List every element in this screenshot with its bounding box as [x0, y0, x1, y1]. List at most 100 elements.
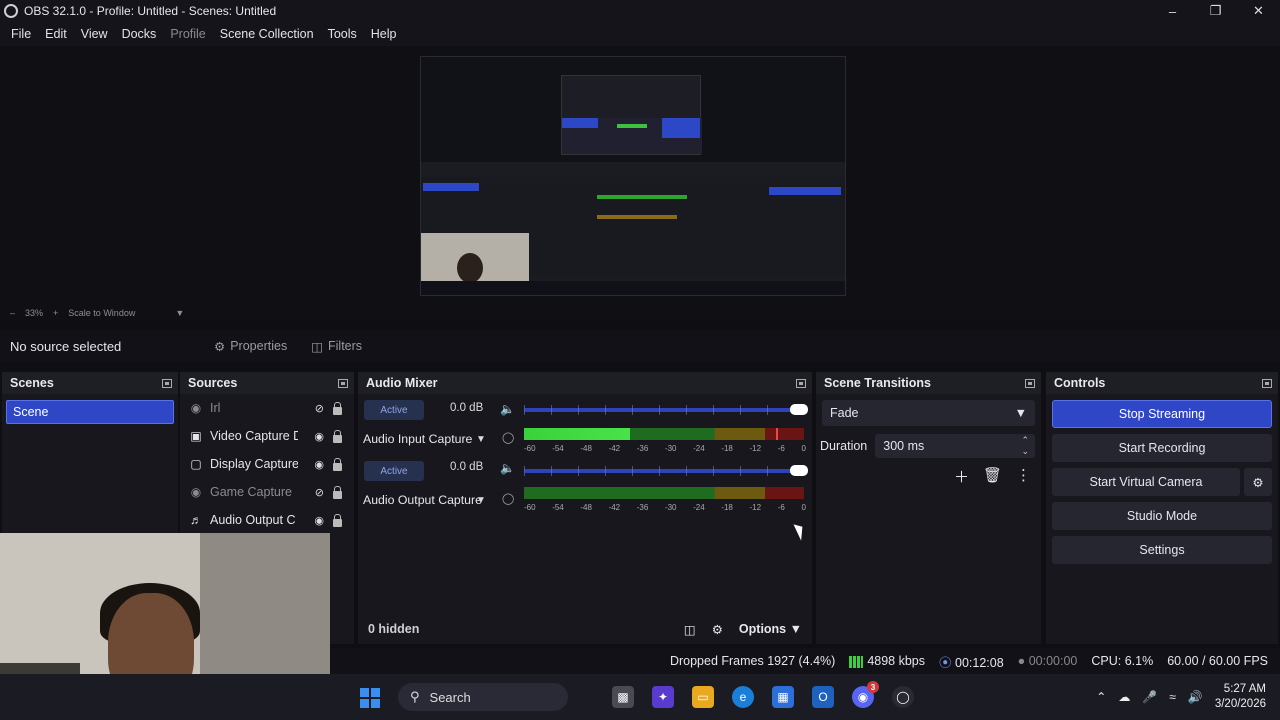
lock-icon[interactable] [333, 402, 342, 415]
headphone-icon[interactable]: ◯ [502, 492, 514, 505]
clock[interactable]: 5:27 AM 3/20/2026 [1215, 682, 1266, 712]
eye-icon[interactable]: ◉ [314, 430, 324, 443]
transition-select[interactable]: Fade ▼ [822, 400, 1035, 426]
volume-icon[interactable]: 🔊 [1188, 690, 1203, 704]
discord-icon[interactable]: ◉ 3 [852, 681, 879, 708]
menu-file[interactable]: File [4, 27, 38, 41]
scale-dropdown-icon[interactable]: ▼ [175, 308, 184, 318]
gear-icon[interactable]: ⚙ [1244, 468, 1272, 496]
source-item-irl[interactable]: ◉ Irl ⊘ [180, 394, 354, 422]
channel-dropdown-icon[interactable]: ▼ [476, 434, 486, 445]
copilot-icon[interactable]: ✦ [652, 686, 674, 708]
start-virtual-camera-button[interactable]: Start Virtual Camera [1052, 468, 1240, 496]
duration-stepper[interactable]: ⌃ ⌄ [1021, 435, 1029, 457]
menu-view[interactable]: View [74, 27, 115, 41]
microphone-icon[interactable]: 🎤 [1142, 690, 1157, 704]
obs-logo-icon [4, 4, 18, 18]
menu-tools[interactable]: Tools [321, 27, 364, 41]
chevron-up-icon[interactable]: ⌃ [1096, 690, 1106, 704]
zoom-in-icon[interactable]: + [53, 308, 58, 318]
scale-mode[interactable]: Scale to Window [68, 308, 135, 318]
lock-icon[interactable] [333, 486, 342, 499]
volume-db: 0.0 dB [450, 461, 484, 473]
mixer-channel: Active 0.0 dB 🔈 Audio Input Capture ▼ ◯ … [358, 394, 812, 455]
menu-profile[interactable]: Profile [163, 27, 212, 41]
trash-icon[interactable]: 🗑 [983, 466, 1002, 487]
obs-taskbar-icon[interactable]: ◯ [892, 686, 914, 708]
headphone-icon[interactable]: ◯ [502, 431, 514, 444]
options-button[interactable]: Options ▼ [739, 622, 802, 636]
studio-mode-button[interactable]: Studio Mode [1052, 502, 1272, 530]
file-explorer-icon[interactable]: ▭ [692, 686, 714, 708]
filters-button[interactable]: ◫ Filters [303, 334, 370, 358]
eye-icon[interactable]: ◉ [314, 458, 324, 471]
wifi-icon[interactable]: ≈ [1169, 690, 1176, 704]
active-toggle[interactable]: Active [364, 400, 424, 420]
menu-docks[interactable]: Docks [115, 27, 164, 41]
level-meter [524, 487, 804, 499]
minimize-button[interactable]: – [1151, 0, 1194, 22]
undock-icon[interactable] [796, 378, 806, 388]
task-view-icon[interactable]: ▩ [612, 686, 634, 708]
lock-icon[interactable] [333, 458, 342, 471]
active-toggle[interactable]: Active [364, 461, 424, 481]
source-item-game-capture[interactable]: ◉ Game Capture ⊘ [180, 478, 354, 506]
windows-start-icon[interactable] [360, 688, 380, 708]
taskbar-search[interactable]: ⚲ Search [398, 683, 568, 711]
menu-help[interactable]: Help [364, 27, 404, 41]
undock-icon[interactable] [162, 378, 172, 388]
preview-taskbar [421, 281, 845, 295]
program-preview[interactable] [420, 56, 846, 296]
record-time: ● 00:00:00 [1017, 654, 1078, 668]
volume-slider[interactable] [524, 465, 808, 476]
undock-icon[interactable] [1262, 378, 1272, 388]
start-recording-button[interactable]: Start Recording [1052, 434, 1272, 462]
channel-dropdown-icon[interactable]: ▼ [476, 495, 486, 506]
source-item-audio-output[interactable]: ♬ Audio Output C ◉ [180, 506, 354, 534]
audio-mixer-dock: Audio Mixer Active 0.0 dB 🔈 Audio Input … [358, 372, 812, 644]
eye-icon[interactable]: ◉ [314, 514, 324, 527]
store-icon[interactable]: ▦ [772, 686, 794, 708]
undock-icon[interactable] [338, 378, 348, 388]
gamepad-icon: ◉ [190, 485, 202, 499]
add-icon[interactable]: ＋ [954, 466, 969, 487]
duration-input[interactable]: 300 ms ⌃ ⌄ [875, 434, 1035, 458]
properties-button[interactable]: ⚙ Properties [206, 334, 295, 358]
sources-title: Sources [188, 376, 238, 390]
level-meter [524, 428, 804, 440]
menu-scene-collection[interactable]: Scene Collection [213, 27, 321, 41]
close-button[interactable]: ✕ [1237, 0, 1280, 22]
record-icon: ● [1017, 654, 1026, 668]
bitrate: 4898 kbps [849, 654, 925, 668]
layout-toggle-icon[interactable]: ◫ [684, 622, 696, 637]
speaker-icon[interactable]: 🔈 [500, 402, 515, 416]
meter-scale: -60 -54 -48 -42 -36 -30 -24 -18 -12 -6 0 [524, 444, 806, 453]
advanced-audio-icon[interactable]: ⚙ [712, 622, 723, 637]
volume-slider[interactable] [524, 404, 808, 415]
source-item-video-capture[interactable]: ▣ Video Capture D ◉ [180, 422, 354, 450]
title-bar: OBS 32.1.0 - Profile: Untitled - Scenes:… [0, 0, 1280, 22]
outlook-icon[interactable]: O [812, 686, 834, 708]
volume-db: 0.0 dB [450, 402, 484, 414]
source-name: Display Capture [210, 457, 298, 471]
settings-button[interactable]: Settings [1052, 536, 1272, 564]
scene-item[interactable]: Scene [6, 400, 174, 424]
speaker-icon[interactable]: 🔈 [500, 461, 515, 475]
maximize-button[interactable]: ❐ [1194, 0, 1237, 22]
lock-icon[interactable] [333, 514, 342, 527]
lock-icon[interactable] [333, 430, 342, 443]
source-item-display-capture[interactable]: ▢ Display Capture ◉ [180, 450, 354, 478]
eye-slash-icon[interactable]: ⊘ [315, 486, 324, 499]
no-source-label: No source selected [10, 338, 122, 354]
undock-icon[interactable] [1025, 378, 1035, 388]
more-icon[interactable]: ⋮ [1016, 466, 1031, 487]
onedrive-icon[interactable]: ☁ [1118, 690, 1130, 704]
menu-edit[interactable]: Edit [38, 27, 74, 41]
eye-slash-icon[interactable]: ⊘ [315, 402, 324, 415]
hidden-count[interactable]: 0 hidden [368, 622, 419, 636]
edge-icon[interactable]: e [732, 686, 754, 708]
zoom-bar: – 33% + Scale to Window ▼ [0, 304, 1280, 322]
zoom-out-icon[interactable]: – [10, 308, 15, 318]
stop-streaming-button[interactable]: Stop Streaming [1052, 400, 1272, 428]
scene-transitions-dock: Scene Transitions Fade ▼ Duration 300 ms… [816, 372, 1041, 644]
